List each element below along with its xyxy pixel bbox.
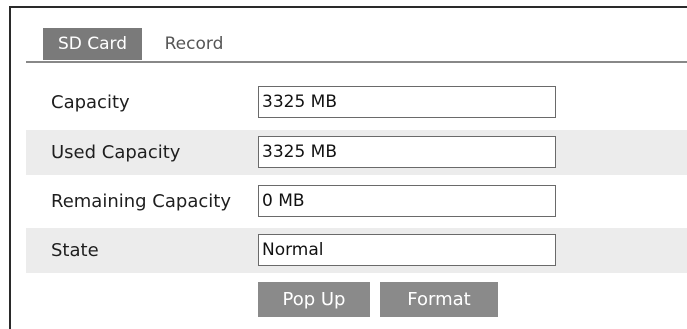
state-field[interactable] bbox=[258, 234, 556, 266]
remaining-capacity-field[interactable] bbox=[258, 185, 556, 217]
remaining-capacity-label: Remaining Capacity bbox=[51, 191, 231, 212]
capacity-field[interactable] bbox=[258, 86, 556, 118]
tab-divider bbox=[26, 61, 687, 63]
used-capacity-label: Used Capacity bbox=[51, 142, 181, 163]
state-label: State bbox=[51, 240, 99, 261]
pop-up-button[interactable]: Pop Up bbox=[258, 282, 370, 317]
format-button[interactable]: Format bbox=[380, 282, 498, 317]
used-capacity-row: Used Capacity bbox=[26, 130, 687, 175]
tab-record[interactable]: Record bbox=[152, 28, 236, 60]
capacity-row: Capacity bbox=[26, 80, 687, 125]
remaining-capacity-row: Remaining Capacity bbox=[26, 179, 687, 224]
tab-sd-card[interactable]: SD Card bbox=[43, 28, 142, 60]
capacity-label: Capacity bbox=[51, 92, 130, 113]
state-row: State bbox=[26, 228, 687, 273]
used-capacity-field[interactable] bbox=[258, 136, 556, 168]
